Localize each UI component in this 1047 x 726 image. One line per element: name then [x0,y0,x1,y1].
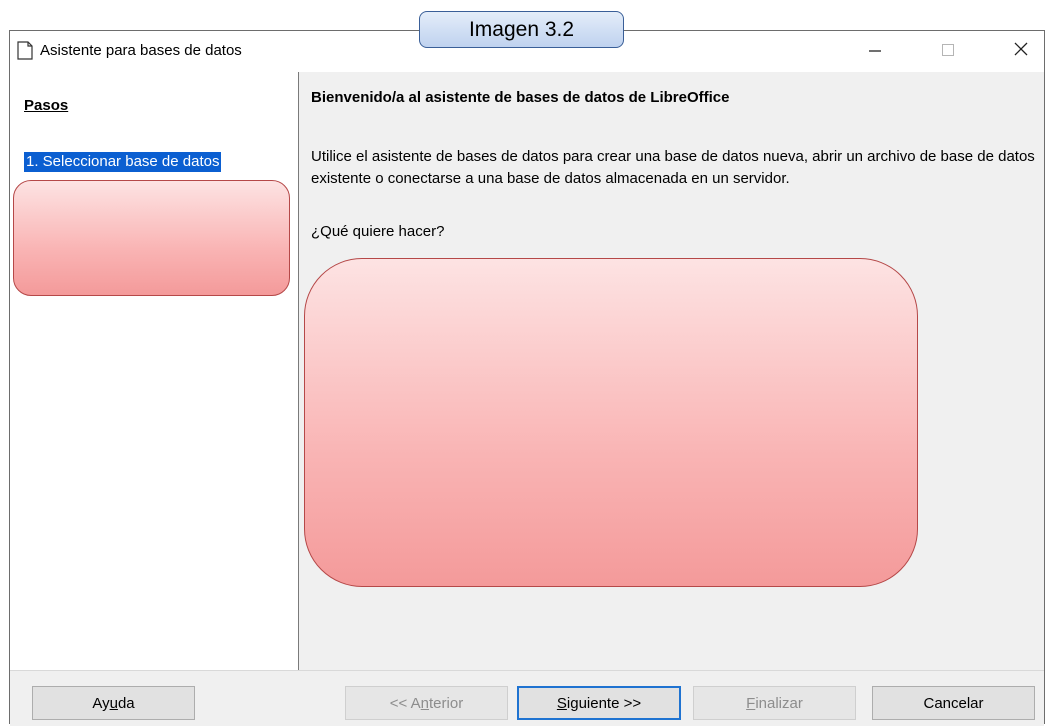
help-label-pre: Ay [92,694,110,712]
maximize-button[interactable] [925,31,971,72]
image-caption: Imagen 3.2 [419,11,624,48]
button-bar: Ay u da << An terior Siguiente >> Finalizar… [10,670,1044,726]
redaction-box-steps [13,180,290,296]
next-button[interactable]: Siguiente >> [517,686,681,720]
help-button[interactable]: Ay u da [32,686,195,720]
previous-label-pre: << A [389,694,421,712]
previous-label-accel: n [420,694,430,712]
page-title: Bienvenido/a al asistente de bases de da… [311,89,730,106]
next-label-accel: S [556,694,567,712]
cancel-label: Cancelar [923,694,984,712]
document-icon [17,41,33,60]
cancel-button[interactable]: Cancelar [872,686,1035,720]
redaction-box-options [304,258,918,587]
finish-button[interactable]: Finalizar [693,686,856,720]
minimize-icon [868,42,882,61]
close-button[interactable] [998,31,1044,72]
minimize-button[interactable] [852,31,898,72]
next-label-post: iguiente >> [566,694,642,712]
previous-button[interactable]: << An terior [345,686,508,720]
finish-label-accel: F [746,694,756,712]
steps-title: Pasos [24,97,69,114]
help-label-post: da [117,694,135,712]
question-label: ¿Qué quiere hacer? [311,223,445,240]
help-label-accel: u [109,694,118,712]
close-icon [1014,42,1028,61]
steps-sidebar: Pasos 1. Seleccionar base de datos [10,72,299,670]
finish-label-post: inalizar [755,694,803,712]
window-title: Asistente para bases de datos [40,42,242,59]
maximize-icon [942,43,954,61]
page-description: Utilice el asistente de bases de datos p… [311,148,1035,187]
step-item-select-database[interactable]: 1. Seleccionar base de datos [24,152,222,172]
previous-label-post: terior [429,694,464,712]
